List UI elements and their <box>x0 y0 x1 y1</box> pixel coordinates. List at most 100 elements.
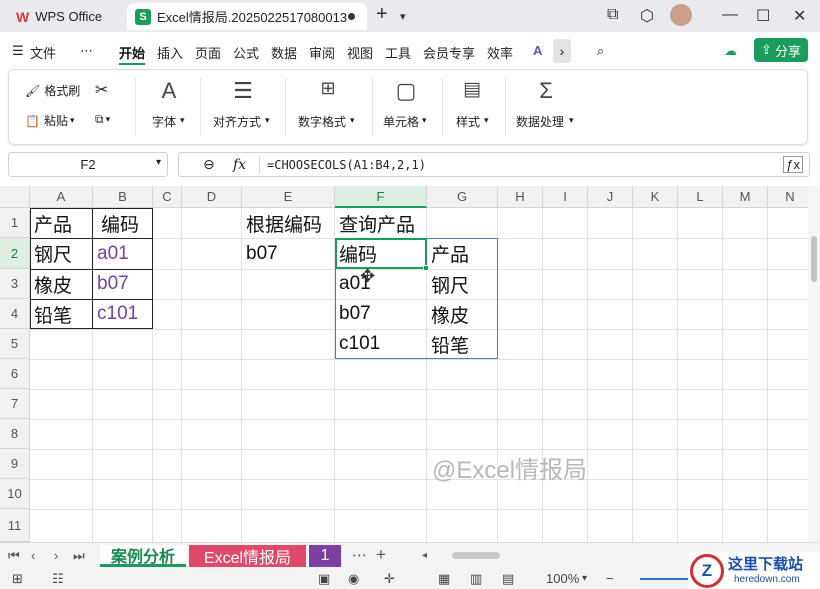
cube-icon[interactable]: ⬡ <box>640 6 654 26</box>
macro-record-icon[interactable]: ⊞ <box>12 571 23 587</box>
first-sheet-icon[interactable]: ⏮ <box>8 548 20 564</box>
cell-a2[interactable]: 钢尺 <box>30 238 92 269</box>
tab-document[interactable]: S Excel情报局.2025022517080013 <box>127 3 367 30</box>
paste-button[interactable]: 📋 粘贴 ▾ <box>25 112 75 129</box>
format-painter-button[interactable]: 🖌 格式刷 <box>25 82 80 99</box>
column-header-f[interactable]: F <box>335 186 427 208</box>
column-header-a[interactable]: A <box>30 186 93 208</box>
hamburger-icon[interactable]: ☰ <box>12 43 24 59</box>
number-format-group-button[interactable]: 数字格式 <box>298 113 346 130</box>
expand-formula-icon[interactable]: ƒx <box>783 156 803 173</box>
column-header-e[interactable]: E <box>242 186 335 208</box>
window-restore-icon[interactable]: ⧉ <box>607 6 618 24</box>
share-button[interactable]: ⇪ 分享 <box>754 38 808 62</box>
row-header-8[interactable]: 8 <box>0 419 30 449</box>
last-sheet-icon[interactable]: ⏭ <box>73 548 85 564</box>
chevron-down-icon[interactable]: ▾ <box>400 10 406 23</box>
scroll-left-icon[interactable]: ◂ <box>422 550 427 561</box>
close-button[interactable]: ✕ <box>793 6 806 26</box>
font-icon[interactable]: A <box>154 78 184 104</box>
menu-file[interactable]: 文件 <box>30 43 56 62</box>
formula-input[interactable]: =CHOOSECOLS(A1:B4,2,1) <box>267 158 426 172</box>
select-all-corner[interactable] <box>0 186 30 208</box>
cell-b2[interactable]: a01 <box>93 238 153 269</box>
column-header-d[interactable]: D <box>182 186 242 208</box>
row-header-5[interactable]: 5 <box>0 329 30 359</box>
column-header-g[interactable]: G <box>427 186 498 208</box>
page-break-icon[interactable]: ▤ <box>502 571 514 587</box>
number-format-icon[interactable]: ⊞ <box>313 78 343 99</box>
ribbon-scroll-right-button[interactable]: › <box>553 39 571 63</box>
column-header-h[interactable]: H <box>498 186 543 208</box>
normal-view-icon[interactable]: ▦ <box>438 571 450 587</box>
column-header-l[interactable]: L <box>678 186 723 208</box>
vertical-scrollbar[interactable] <box>808 186 820 542</box>
zoom-out-icon[interactable]: − <box>606 571 614 586</box>
column-header-m[interactable]: M <box>723 186 768 208</box>
zoom-slider[interactable] <box>640 578 690 580</box>
fill-handle[interactable] <box>423 265 429 271</box>
maximize-button[interactable]: ☐ <box>756 6 770 26</box>
sheet-tab-case-analysis[interactable]: 案例分析 <box>100 545 186 567</box>
column-header-n[interactable]: N <box>768 186 808 208</box>
ai-icon[interactable]: A <box>533 43 542 58</box>
style-group-button[interactable]: 样式 <box>456 113 480 130</box>
cell-b1[interactable]: 编码 <box>97 208 153 238</box>
name-box[interactable]: F2 ▾ <box>8 152 168 177</box>
data-processing-group-button[interactable]: 数据处理 <box>516 113 564 130</box>
row-header-11[interactable]: 11 <box>0 509 30 542</box>
row-header-4[interactable]: 4 <box>0 299 30 329</box>
zoom-icon[interactable]: ⊖ <box>203 156 215 173</box>
cell-a3[interactable]: 橡皮 <box>30 269 92 299</box>
alignment-group-button[interactable]: 对齐方式 <box>213 113 261 130</box>
menu-review[interactable]: 审阅 <box>309 43 335 62</box>
zoom-level[interactable]: 100% <box>546 571 579 586</box>
cell-e2[interactable]: b07 <box>242 238 335 269</box>
row-header-1[interactable]: 1 <box>0 208 30 238</box>
menu-tools[interactable]: 工具 <box>385 43 411 62</box>
sigma-icon[interactable]: Σ <box>531 78 561 104</box>
formula-input-area[interactable]: ⊖ fx =CHOOSECOLS(A1:B4,2,1) ƒx <box>178 152 810 177</box>
menu-home[interactable]: 开始 <box>119 43 145 62</box>
row-header-9[interactable]: 9 <box>0 449 30 479</box>
column-header-b[interactable]: B <box>93 186 153 208</box>
menu-efficiency[interactable]: 效率 <box>487 43 513 62</box>
fx-icon[interactable]: fx <box>233 157 246 173</box>
cell-a1[interactable]: 产品 <box>30 208 92 238</box>
tab-wps-office[interactable]: W WPS Office <box>4 3 122 30</box>
column-header-k[interactable]: K <box>633 186 678 208</box>
cloud-sync-icon[interactable]: ☁ <box>724 43 737 59</box>
add-sheet-button[interactable]: + <box>376 545 386 565</box>
cell-icon[interactable]: ▢ <box>391 78 421 104</box>
menu-membership[interactable]: 会员专享 <box>423 43 475 62</box>
crosshair-icon[interactable]: ✛ <box>384 571 395 587</box>
minimize-button[interactable]: — <box>722 6 738 24</box>
menu-page[interactable]: 页面 <box>195 43 221 62</box>
page-layout-icon[interactable]: ▥ <box>470 571 482 587</box>
eye-icon[interactable]: ◉ <box>348 571 359 587</box>
search-icon[interactable]: ⌕ <box>597 43 604 59</box>
column-header-i[interactable]: I <box>543 186 588 208</box>
unsaved-dot-icon[interactable] <box>348 13 355 20</box>
row-header-7[interactable]: 7 <box>0 389 30 419</box>
column-header-c[interactable]: C <box>153 186 182 208</box>
cell-e1[interactable]: 根据编码 <box>242 208 335 238</box>
vertical-scroll-thumb[interactable] <box>811 236 817 282</box>
cell-b3[interactable]: b07 <box>93 269 153 299</box>
cell-b4[interactable]: c101 <box>93 299 153 329</box>
spreadsheet-grid[interactable]: A B C D E F G H I J K L M N 1 2 3 4 5 6 … <box>0 186 808 542</box>
column-header-j[interactable]: J <box>588 186 633 208</box>
sheet-icon[interactable]: ☷ <box>52 571 64 587</box>
font-group-button[interactable]: 字体 <box>152 113 176 130</box>
align-icon[interactable]: ☰ <box>228 78 258 104</box>
cut-icon[interactable]: ✂ <box>95 80 108 100</box>
cell-group-button[interactable]: 单元格 <box>383 113 419 130</box>
prev-sheet-icon[interactable]: ‹ <box>31 548 35 563</box>
row-header-6[interactable]: 6 <box>0 359 30 389</box>
chevron-down-icon[interactable]: ▾ <box>156 157 161 168</box>
next-sheet-icon[interactable]: › <box>54 548 58 563</box>
cell-f1[interactable]: 查询产品 <box>335 208 427 238</box>
menu-view[interactable]: 视图 <box>347 43 373 62</box>
menu-insert[interactable]: 插入 <box>157 43 183 62</box>
row-header-2[interactable]: 2 <box>0 238 30 269</box>
